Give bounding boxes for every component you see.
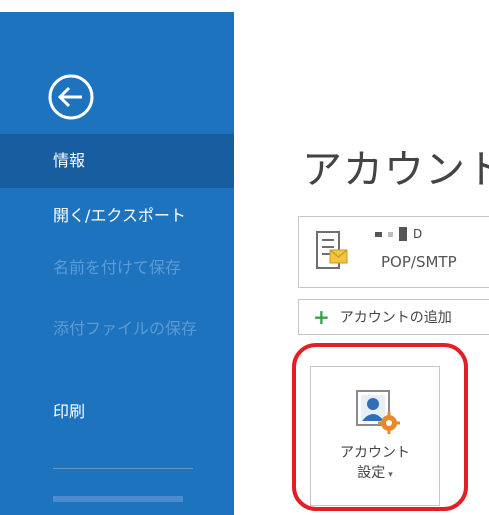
window-top-strip [0,0,489,12]
nav-item-print[interactable]: 印刷 [0,390,234,434]
nav-item-open-export[interactable]: 開く/エクスポート [0,194,234,238]
account-selector[interactable]: D POP/SMTP [298,216,489,288]
nav-item-label: 情報 [53,151,86,170]
account-settings-line2: 設定 [357,465,386,481]
account-type: POP/SMTP [381,253,457,271]
plus-icon: + [313,305,330,329]
nav-item-label: 名前を付けて保存 [53,258,182,277]
add-account-button[interactable]: + アカウントの追加 [298,299,489,335]
back-button[interactable] [44,70,98,124]
account-settings-label: アカウント 設定 ▾ [311,443,439,485]
nav-item-info[interactable]: 情報 [0,134,234,188]
account-settings-icon [356,390,400,434]
nav-item-save-attachments: 添付ファイルの保存 [0,307,234,351]
sidebar-divider [53,468,193,469]
mail-account-icon [316,231,348,269]
nav-item-save-as: 名前を付けて保存 [0,246,234,290]
account-name-suffix: D [413,227,423,241]
add-account-label: アカウントの追加 [339,310,452,326]
account-name-redacted: D [375,227,422,241]
chevron-down-icon: ▾ [388,470,393,480]
page-title: アカウント [302,147,489,193]
back-arrow-icon [48,74,94,120]
sidebar-next-item [53,496,183,502]
nav-item-label: 開く/エクスポート [53,206,186,225]
main-content: アカウント D POP/SMTP + アカウントの追加 アカウント 設定 ▾ [234,12,489,515]
account-settings-line1: アカウント [340,445,410,461]
nav-item-label: 添付ファイルの保存 [53,319,198,338]
nav-item-label: 印刷 [53,402,86,421]
account-settings-button[interactable]: アカウント 設定 ▾ [310,366,440,506]
